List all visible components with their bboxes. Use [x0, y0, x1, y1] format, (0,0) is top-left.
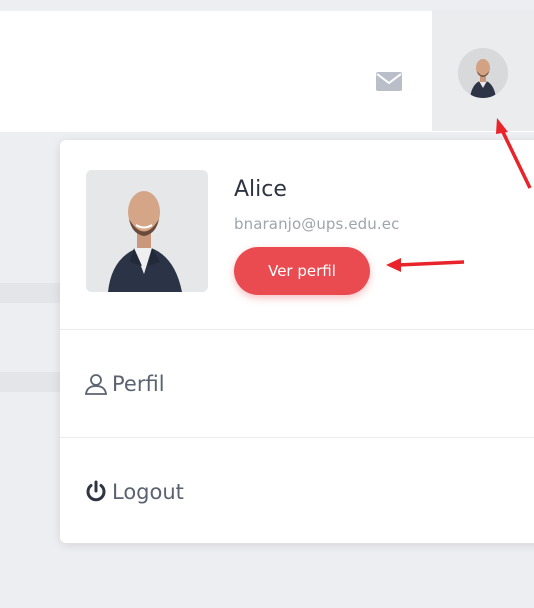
user-menu-toggle[interactable]: [432, 10, 534, 131]
power-icon: [84, 480, 108, 504]
menu-item-logout[interactable]: Logout: [60, 438, 534, 545]
mail-button[interactable]: [376, 72, 402, 91]
user-outline-icon: [84, 372, 108, 396]
view-profile-button[interactable]: Ver perfil: [234, 247, 370, 295]
page: Alice bnaranjo@ups.edu.ec Ver perfil Per…: [0, 0, 534, 608]
menu-item-perfil[interactable]: Perfil: [60, 330, 534, 438]
envelope-icon: [376, 72, 402, 91]
user-dropdown-menu: Alice bnaranjo@ups.edu.ec Ver perfil Per…: [60, 140, 534, 543]
user-name: Alice: [234, 177, 287, 202]
menu-item-label: Perfil: [112, 371, 165, 396]
user-email: bnaranjo@ups.edu.ec: [234, 215, 400, 233]
menu-item-label: Logout: [112, 479, 184, 504]
avatar: [458, 48, 508, 98]
profile-photo: [86, 170, 208, 292]
profile-header: Alice bnaranjo@ups.edu.ec Ver perfil: [60, 140, 534, 330]
